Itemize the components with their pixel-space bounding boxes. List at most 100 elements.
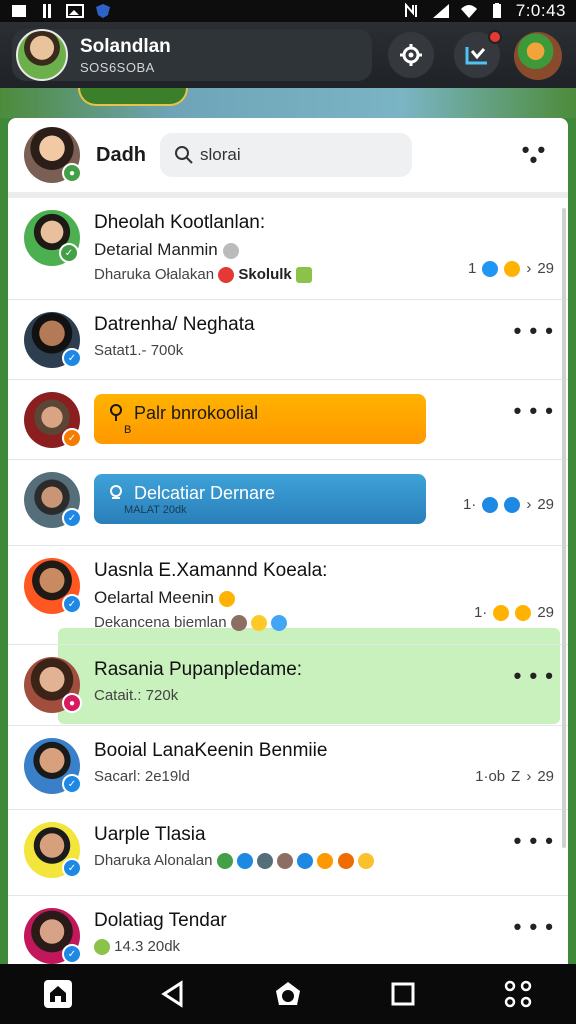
avatar[interactable]: ●: [24, 657, 82, 713]
account-avatar[interactable]: [514, 32, 562, 80]
chat-row[interactable]: ✓ Delcatiar Dernare MALAT 20dk 1· › 29: [8, 460, 568, 546]
chat-row[interactable]: ● Rasania Pupanpledame: Catait.: 720k • …: [8, 644, 568, 726]
pinned-banner[interactable]: Palr bnrokoolial B: [94, 394, 426, 444]
signal-icon: [432, 3, 450, 19]
unread-count: 1·ob: [475, 768, 506, 785]
chat-row[interactable]: ✓ Dolatiag Tendar 14.3 20dk • • •: [8, 896, 568, 964]
pinned-banner[interactable]: Delcatiar Dernare MALAT 20dk: [94, 474, 426, 524]
settings-button[interactable]: [388, 32, 434, 78]
nfc-icon: [404, 2, 422, 19]
avatar[interactable]: ✓: [24, 210, 80, 266]
emoji-icon: [236, 853, 253, 870]
reaction-icon: Z: [511, 768, 521, 785]
card-top-bar: ● Dadh • • •: [8, 118, 568, 198]
wifi-icon: [460, 3, 478, 19]
emoji-icon: [357, 853, 374, 870]
banner-title: Palr bnrokoolial: [134, 402, 259, 423]
chat-row[interactable]: ✓ Uarple Tlasia Dharuka Alonalan • • •: [8, 810, 568, 896]
avatar[interactable]: ✓: [24, 392, 82, 448]
profile-avatar[interactable]: [16, 29, 68, 81]
unread-count: 1·: [473, 604, 488, 621]
search-bar[interactable]: [160, 133, 412, 177]
emoji-icon: [317, 853, 334, 870]
home-icon: [43, 980, 72, 1008]
emoji-icon: [218, 267, 235, 284]
shield-icon: [94, 3, 112, 19]
chat-preview: Dharuka Alonalan: [94, 852, 552, 870]
chat-card: ● Dadh • • • ✓ Dheolah Kootlanlan: Detar…: [8, 118, 568, 964]
banner-subtitle: MALAT 20dk: [124, 503, 187, 516]
more-icon[interactable]: • • •: [514, 398, 554, 424]
emoji-icon: [271, 615, 288, 632]
more-icon[interactable]: • • •: [516, 139, 552, 171]
status-badge: ✓: [62, 508, 82, 528]
avatar[interactable]: ✓: [24, 472, 82, 528]
chat-subtitle-text: Oelartal Meenin: [94, 588, 215, 607]
chat-name: Booial LanaKeenin Benmiie: [94, 740, 328, 761]
home-circle-button[interactable]: [266, 972, 310, 1016]
status-icon-2: [38, 3, 56, 19]
chat-row[interactable]: ✓ Dheolah Kootlanlan: Detarial Manmin Dh…: [8, 198, 568, 300]
status-time: 7:0:43: [515, 1, 566, 20]
chat-row[interactable]: ✓ Palr bnrokoolial B • • •: [8, 380, 568, 460]
own-avatar[interactable]: ●: [24, 127, 82, 183]
apps-grid-icon: [505, 980, 532, 1008]
emoji-icon: [337, 853, 354, 870]
avatar[interactable]: ✓: [24, 738, 82, 794]
status-badge: ✓: [62, 428, 82, 448]
navigation-bar: [0, 964, 576, 1024]
search-input[interactable]: [200, 145, 400, 165]
scrollbar[interactable]: [562, 208, 566, 848]
gallery-icon: [66, 3, 84, 19]
app-header: Solandlan SOS6SOBA: [0, 22, 576, 88]
chat-meta: 1· 29: [474, 604, 554, 621]
chat-row[interactable]: ✓ Booial LanaKeenin Benmiie Sacarl: 2e19…: [8, 726, 568, 810]
recents-button[interactable]: [381, 972, 425, 1016]
more-icon[interactable]: • • •: [514, 914, 554, 940]
back-icon: [161, 980, 183, 1008]
home-button[interactable]: [36, 972, 80, 1016]
mic-icon: [222, 242, 239, 259]
trophy-icon: [110, 404, 122, 421]
chat-name: Uasnla E.Xamannd Koeala:: [94, 560, 328, 581]
avatar[interactable]: ✓: [24, 558, 82, 614]
more-icon[interactable]: • • •: [514, 828, 554, 854]
chat-preview: Satat1.- 700k: [94, 342, 184, 359]
recents-icon: [391, 982, 415, 1006]
emoji-icon: [250, 615, 267, 632]
status-icon-1: [10, 3, 28, 19]
reaction-icon: [482, 260, 499, 277]
online-badge: ●: [62, 163, 82, 183]
search-icon: [175, 146, 193, 164]
compose-button[interactable]: [454, 30, 502, 78]
leaf-decoration: [78, 88, 188, 106]
status-badge: ✓: [62, 774, 82, 794]
profile-chip[interactable]: Solandlan SOS6SOBA: [12, 29, 372, 81]
emoji-icon: [256, 853, 273, 870]
avatar[interactable]: ✓: [24, 312, 82, 368]
chat-name: Rasania Pupanpledame:: [94, 659, 303, 680]
status-badge: ✓: [59, 243, 79, 263]
chat-name: Datrenha/ Neghata: [94, 314, 255, 335]
background-art: [0, 88, 576, 118]
more-icon[interactable]: • • •: [514, 318, 554, 344]
chat-subtitle: Detarial Manmin: [94, 240, 552, 260]
chat-row[interactable]: ✓ Datrenha/ Neghata Satat1.- 700k • • •: [8, 300, 568, 380]
sticker-icon: [295, 267, 312, 284]
chevron-right-icon: ›: [526, 768, 532, 785]
chat-meta: 1·ob Z › 29: [475, 768, 554, 785]
chat-name: Dheolah Kootlanlan:: [94, 212, 266, 233]
emoji-icon: [230, 615, 247, 632]
more-icon[interactable]: • • •: [514, 663, 554, 689]
apps-button[interactable]: [496, 972, 540, 1016]
status-badge: ✓: [62, 348, 82, 368]
gear-icon: [400, 44, 422, 66]
avatar[interactable]: ✓: [24, 822, 82, 878]
chat-preview-text: Dekancena biemlan: [94, 614, 227, 631]
back-button[interactable]: [151, 972, 195, 1016]
chat-row-selected[interactable]: ✓ Uasnla E.Xamannd Koeala: Oelartal Meen…: [8, 546, 568, 644]
chat-preview-tail: Skolulk: [238, 266, 292, 283]
status-badge: ●: [62, 693, 82, 713]
avatar[interactable]: ✓: [24, 908, 82, 964]
chat-name: Uarple Tlasia: [94, 824, 206, 845]
